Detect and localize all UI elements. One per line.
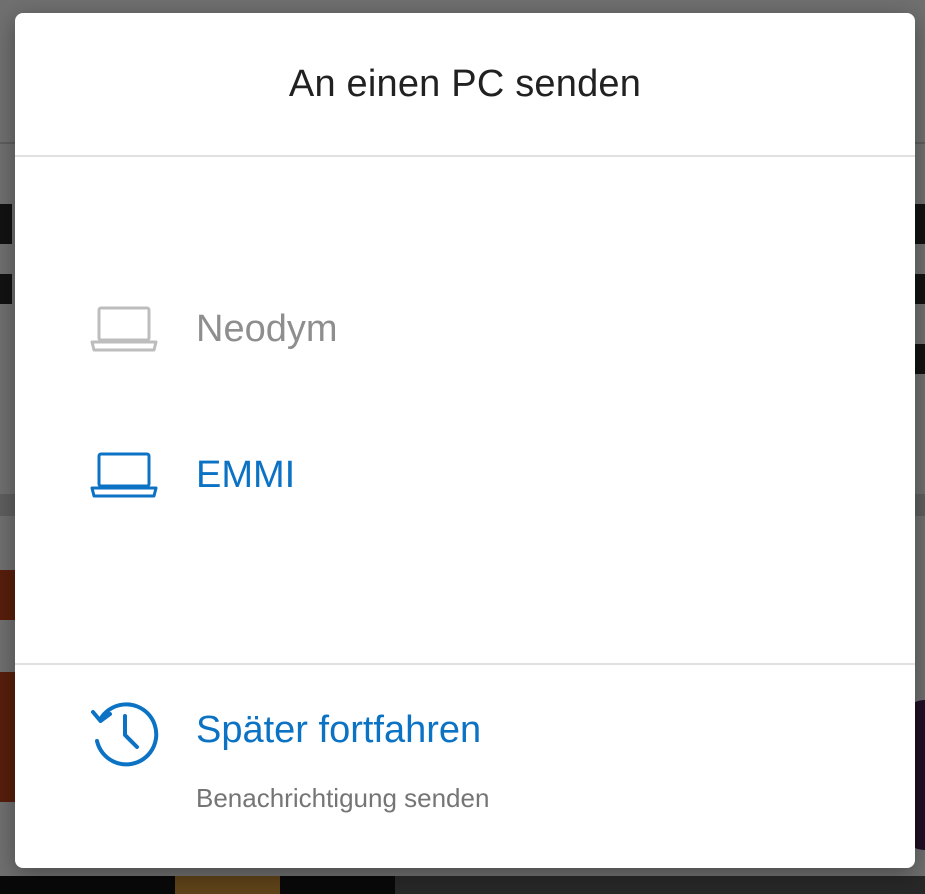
laptop-icon [89,450,159,500]
continue-later-title: Später fortfahren [196,709,482,751]
continue-later-subtitle: Benachrichtigung senden [196,783,490,813]
device-name: Neodym [196,307,338,350]
continue-later-section: Später fortfahren Benachrichtigung sende… [15,665,915,868]
device-item-emmi[interactable]: EMMI [15,425,915,525]
device-name: EMMI [196,453,296,496]
laptop-icon [89,304,159,354]
device-item-neodym[interactable]: Neodym [15,279,915,379]
history-icon [88,696,162,770]
dialog-title: An einen PC senden [288,62,642,105]
dialog-header: An einen PC senden [15,13,915,157]
send-to-pc-dialog: An einen PC senden Neodym EMMI Später fo… [15,13,915,868]
continue-later-button[interactable]: Später fortfahren Benachrichtigung sende… [15,665,915,868]
device-list: Neodym EMMI [15,157,915,665]
